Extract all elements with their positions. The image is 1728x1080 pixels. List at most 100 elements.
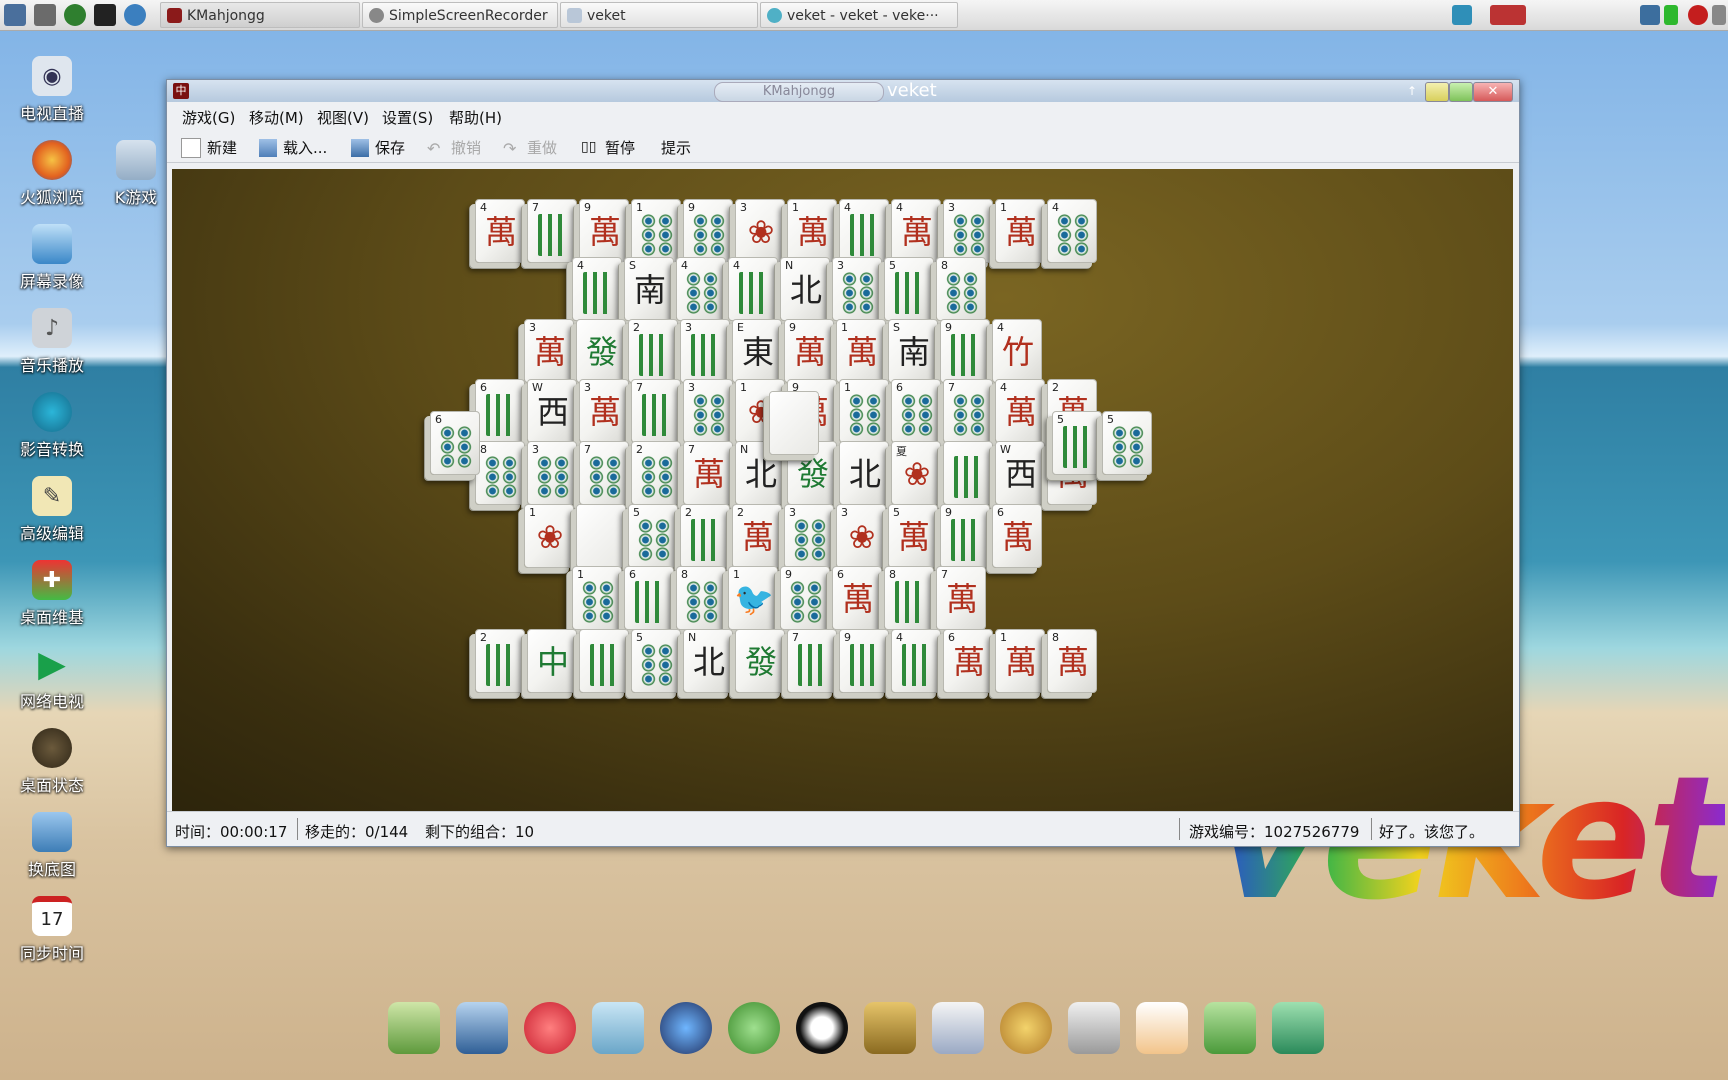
mahjong-tile[interactable]: 1 <box>572 566 622 630</box>
play-icon[interactable] <box>64 4 86 26</box>
app-tray-icon[interactable] <box>1490 5 1526 25</box>
mahjong-tile[interactable]: 1 🐦 <box>728 566 778 630</box>
veket-mascot-icon[interactable] <box>1136 1002 1188 1054</box>
maximize-button[interactable] <box>1449 82 1473 102</box>
mahjong-tile[interactable]: 3 <box>784 504 834 568</box>
desktop-icon-music[interactable]: ♪ 音乐播放 <box>7 308 97 376</box>
mahjong-tile[interactable]: 9 <box>940 504 990 568</box>
mahjong-tile[interactable]: N北 <box>780 257 830 321</box>
menu-help[interactable]: 帮助(H) <box>449 107 502 128</box>
camera-icon[interactable] <box>1272 1002 1324 1054</box>
desktop-icon-wiki[interactable]: ✚ 桌面维基 <box>7 560 97 628</box>
mahjong-tile[interactable]: E東 <box>732 319 782 383</box>
mahjong-tile[interactable]: 4萬 <box>891 199 941 263</box>
mahjong-tile[interactable]: S南 <box>624 257 674 321</box>
menu-move[interactable]: 移动(M) <box>249 107 304 128</box>
mahjong-tile[interactable]: 3萬 <box>579 379 629 443</box>
pin-icon[interactable]: ↑ <box>1405 82 1419 100</box>
mahjong-tile[interactable]: 9萬 <box>784 319 834 383</box>
desktop-icon-screen-recorder[interactable]: 屏幕录像 <box>7 224 97 292</box>
mahjong-icon[interactable]: 中 <box>173 83 189 99</box>
mahjong-tile[interactable]: 8 <box>676 566 726 630</box>
mahjong-tile[interactable]: 北 <box>839 441 889 505</box>
mahjong-tile[interactable]: 5 <box>1052 411 1102 475</box>
desktop-icon-media-convert[interactable]: 影音转换 <box>7 392 97 460</box>
save-button[interactable]: 保存 <box>351 137 405 158</box>
system-monitor-icon[interactable] <box>4 4 26 26</box>
hint-button[interactable]: 提示 <box>661 137 691 158</box>
pen-tablet-icon[interactable] <box>592 1002 644 1054</box>
desktop-icon-wallpaper[interactable]: 换底图 <box>7 812 97 880</box>
browser-icon[interactable] <box>124 4 146 26</box>
mahjong-tile[interactable]: 4 <box>572 257 622 321</box>
task-veket-folder[interactable]: veket <box>560 2 758 28</box>
mahjong-tile[interactable]: 2萬 <box>732 504 782 568</box>
mahjong-tile[interactable]: 8 <box>884 566 934 630</box>
desktop-icon-tv-live[interactable]: ◉ 电视直播 <box>7 56 97 124</box>
mahjong-tile[interactable] <box>769 391 819 455</box>
mahjong-tile[interactable]: 1 ❀ <box>524 504 574 568</box>
mahjong-tile[interactable]: 9 <box>940 319 990 383</box>
mahjong-tile[interactable]: 6 <box>430 411 480 475</box>
mahjong-tile[interactable]: 6萬 <box>832 566 882 630</box>
mahjong-tile[interactable]: 7 <box>579 441 629 505</box>
redo-button[interactable]: ↷ 重做 <box>503 137 557 158</box>
mahjong-tile[interactable]: 7萬 <box>936 566 986 630</box>
mahjong-tile[interactable]: 7 <box>527 199 577 263</box>
new-button[interactable]: 新建 <box>181 137 237 158</box>
mahjong-tile[interactable]: 3 ❀ <box>836 504 886 568</box>
messenger-icon[interactable] <box>728 1002 780 1054</box>
mahjong-tile[interactable]: 發 <box>576 319 626 383</box>
minimize-button[interactable] <box>1425 82 1449 102</box>
mahjong-tile[interactable]: 3萬 <box>524 319 574 383</box>
mahjong-tile[interactable]: 4萬 <box>995 379 1045 443</box>
network-icon[interactable] <box>1452 5 1472 25</box>
mahjong-tile[interactable]: 4萬 <box>475 199 525 263</box>
mahjong-tile[interactable] <box>576 504 626 568</box>
mahjong-tile[interactable]: 9萬 <box>579 199 629 263</box>
mahjong-tile[interactable]: 2 <box>680 504 730 568</box>
mahjong-tile[interactable]: 6 <box>624 566 674 630</box>
task-screen-recorder[interactable]: SimpleScreenRecorder <box>362 2 558 28</box>
mahjong-tile[interactable]: 中 <box>527 629 577 693</box>
mahjong-tile[interactable]: 6萬 <box>992 504 1042 568</box>
task-kmahjongg[interactable]: KMahjongg <box>160 2 360 28</box>
mahjong-tile[interactable]: 5萬 <box>888 504 938 568</box>
menu-game[interactable]: 游戏(G) <box>182 107 235 128</box>
mahjong-tile[interactable]: 4 <box>1047 199 1097 263</box>
undo-button[interactable]: ↶ 撤销 <box>427 137 481 158</box>
mahjong-tile[interactable]: 8萬 <box>1047 629 1097 693</box>
mahjong-tile[interactable]: W西 <box>527 379 577 443</box>
settings-icon[interactable] <box>34 4 56 26</box>
mahjong-tile[interactable]: 1萬 <box>836 319 886 383</box>
presentation-icon[interactable] <box>932 1002 984 1054</box>
mahjong-tile[interactable]: 9 <box>780 566 830 630</box>
mahjong-tile[interactable] <box>579 629 629 693</box>
mahjong-tile[interactable]: 6 <box>891 379 941 443</box>
mahjong-tile[interactable]: 8 <box>936 257 986 321</box>
mahjong-tile[interactable]: N北 <box>683 629 733 693</box>
mahjong-tile[interactable]: 1 <box>839 379 889 443</box>
mahjong-tile[interactable]: 7萬 <box>683 441 733 505</box>
paint-palette-icon[interactable] <box>1000 1002 1052 1054</box>
mahjong-tile[interactable]: 7 <box>943 379 993 443</box>
task-veket-terminal[interactable]: veket - veket - veke··· <box>760 2 958 28</box>
file-manager-icon[interactable] <box>388 1002 440 1054</box>
help-icon[interactable] <box>1204 1002 1256 1054</box>
mahjong-tile[interactable]: 4竹 <box>992 319 1042 383</box>
mahjong-tile[interactable]: 4 <box>891 629 941 693</box>
mahjong-tile[interactable]: 5 <box>631 629 681 693</box>
desktop-icon-firefox[interactable]: 火狐浏览 <box>7 140 97 208</box>
notebook-icon[interactable] <box>864 1002 916 1054</box>
media-player-icon[interactable] <box>660 1002 712 1054</box>
mahjong-tile[interactable]: S南 <box>888 319 938 383</box>
menu-view[interactable]: 视图(V) <box>317 107 369 128</box>
terminal-icon[interactable] <box>94 4 116 26</box>
mahjong-tile[interactable]: 4 <box>839 199 889 263</box>
desktop-display-icon[interactable] <box>456 1002 508 1054</box>
title-bar[interactable]: 中 KMahjongg veket ↑ ✕ <box>167 80 1519 102</box>
mahjong-tile[interactable]: 7 <box>787 629 837 693</box>
mahjong-tile[interactable]: 2 <box>631 441 681 505</box>
qq-penguin-icon[interactable] <box>796 1002 848 1054</box>
mahjong-tile[interactable]: 1萬 <box>995 629 1045 693</box>
